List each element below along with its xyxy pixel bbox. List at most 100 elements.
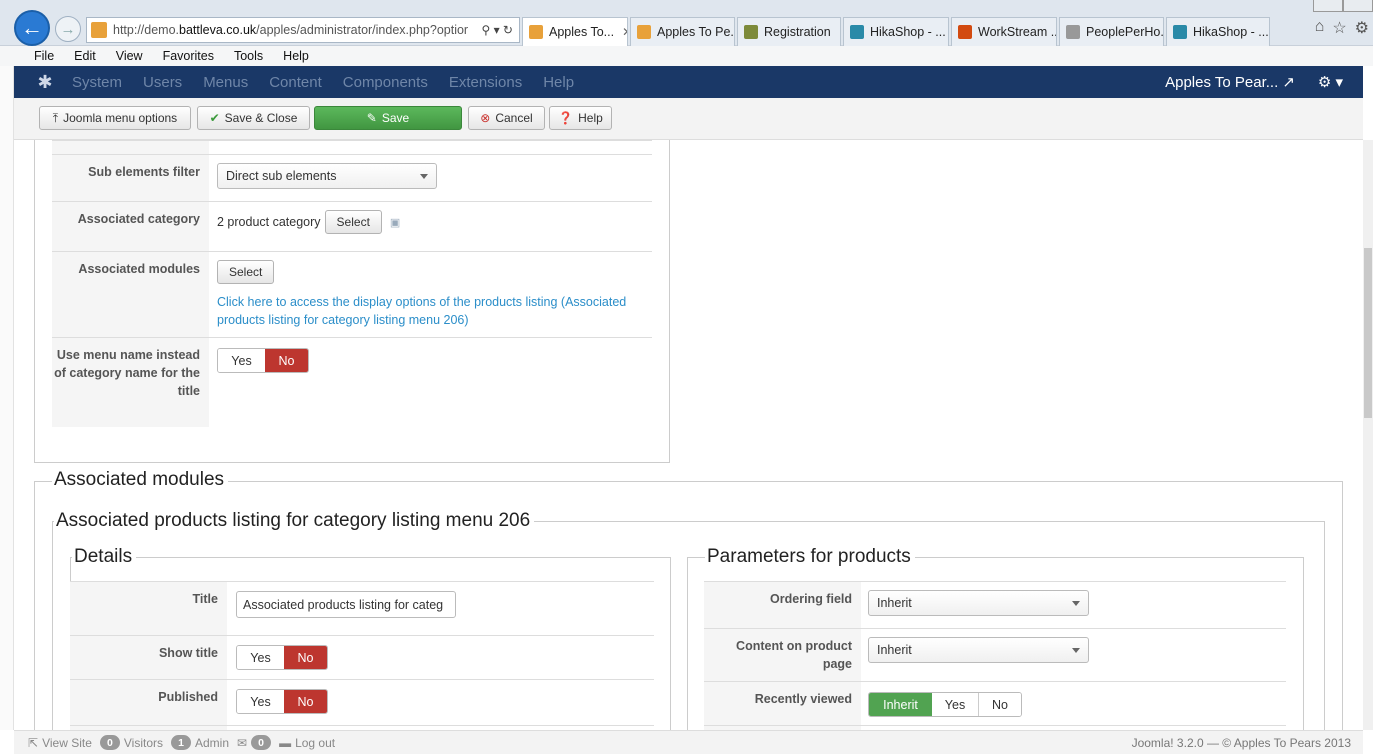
arrow-left-icon: ← (21, 15, 43, 40)
browser-menu-item[interactable]: Favorites (163, 49, 214, 63)
favorites-star-icon[interactable]: ☆ (1332, 18, 1346, 38)
tab-label: Apples To... (549, 25, 615, 39)
admin-nav-item[interactable]: Users (143, 74, 182, 91)
ordering-field-select[interactable]: Inherit (868, 590, 1089, 616)
params-row-content-on-product-page: Content on product page Inherit (704, 628, 1286, 681)
browser-toolbar-icons: ⌂ ☆ ⚙ (1315, 18, 1369, 38)
minimize-button[interactable] (1313, 0, 1343, 12)
scrollbar-thumb[interactable] (1364, 248, 1372, 418)
recently-viewed-no[interactable]: No (979, 693, 1021, 716)
recently-viewed-label: Recently viewed (704, 682, 861, 725)
back-button[interactable]: ← (14, 10, 50, 46)
sub-elements-filter-select[interactable]: Direct sub elements (217, 163, 437, 189)
browser-menu-item[interactable]: Help (283, 49, 309, 63)
published-toggle[interactable]: Yes No (236, 689, 328, 714)
site-name-link[interactable]: Apples To Pear... ↗ (1165, 73, 1295, 91)
associated-modules-select-button[interactable]: Select (217, 260, 275, 284)
settings-gear-icon[interactable]: ⚙ (1355, 18, 1369, 38)
tab-close-icon[interactable]: ✕ (622, 25, 627, 39)
edit-icon: ✎ (366, 111, 377, 125)
home-icon[interactable]: ⌂ (1315, 18, 1325, 38)
admin-nav-item[interactable]: Content (269, 74, 322, 91)
chevron-down-icon (1072, 601, 1080, 606)
browser-tab[interactable]: Apples To Pe... (630, 17, 735, 46)
browser-tab[interactable]: WorkStream ... (951, 17, 1057, 46)
browser-menu-item[interactable]: File (34, 49, 54, 63)
save-close-button[interactable]: ✔ Save & Close (197, 106, 310, 130)
browser-menu-item[interactable]: Edit (74, 49, 96, 63)
browser-menu-item[interactable]: View (116, 49, 143, 63)
display-options-link[interactable]: Click here to access the display options… (217, 293, 657, 329)
browser-tab[interactable]: Registration (737, 17, 841, 46)
maximize-button[interactable] (1343, 0, 1373, 12)
logout-link[interactable]: ▬ Log out (279, 736, 335, 750)
external-link-icon: ↗ (1282, 74, 1295, 91)
recently-viewed-yes[interactable]: Yes (932, 693, 979, 716)
content-on-product-page-select[interactable]: Inherit (868, 637, 1089, 663)
ordering-field-label: Ordering field (704, 582, 861, 628)
admin-nav-item[interactable]: Help (543, 74, 574, 91)
associated-category-label: Associated category (52, 202, 209, 251)
show-title-yes[interactable]: Yes (237, 646, 284, 669)
browser-tab[interactable]: HikaShop - ... (1166, 17, 1270, 46)
browser-tab[interactable]: HikaShop - ... (843, 17, 949, 46)
address-url[interactable]: http://demo.battleva.co.uk/apples/admini… (113, 23, 475, 37)
joomla-logo-icon[interactable]: ✱ (34, 71, 56, 93)
admin-indicator: 1 Admin (171, 735, 229, 750)
help-button[interactable]: ❓ Help (549, 106, 612, 130)
admin-nav-item[interactable]: Components (343, 74, 428, 91)
joomla-menu-options-button[interactable]: ⤒ Joomla menu options (39, 106, 191, 130)
browser-menu-bar: File Edit View Favorites Tools Help (0, 46, 1373, 66)
show-title-no[interactable]: No (284, 646, 327, 669)
associated-category-select-button[interactable]: Select (324, 210, 382, 234)
forward-button[interactable]: → (55, 16, 81, 42)
published-yes[interactable]: Yes (237, 690, 284, 713)
site-favicon-icon (91, 22, 107, 38)
associated-modules-legend: Associated modules (52, 469, 229, 491)
admin-nav-item[interactable]: Menus (203, 74, 248, 91)
browser-tab[interactable]: Apples To... ✕ (522, 17, 628, 46)
tab-label: Apples To Pe... (657, 25, 735, 39)
address-tools-icons[interactable]: ⚲ ▾ ↻ (475, 23, 519, 37)
vertical-scrollbar[interactable] (1363, 140, 1373, 730)
messages-indicator[interactable]: ✉ 0 (237, 735, 272, 750)
status-bar: ⇱ View Site 0 Visitors 1 Admin ✉ 0 ▬ Log out … (14, 730, 1363, 754)
chevron-down-icon (420, 174, 428, 179)
form-row-associated-modules: Associated modules Select Click here to … (52, 251, 652, 337)
admin-count-badge: 1 (171, 735, 191, 750)
form-row-use-menu-name: Use menu name instead of category name f… (52, 337, 652, 427)
tab-label: WorkStream ... (978, 25, 1057, 39)
tab-favicon-icon (529, 25, 543, 39)
envelope-icon: ✉ (237, 735, 248, 750)
tab-favicon-icon (1173, 25, 1187, 39)
show-title-toggle[interactable]: Yes No (236, 645, 328, 670)
view-site-link[interactable]: ⇱ View Site (28, 736, 92, 750)
details-legend: Details (72, 546, 137, 568)
admin-nav-item[interactable]: System (72, 74, 122, 91)
question-circle-icon: ❓ (558, 111, 574, 125)
browser-menu-item[interactable]: Tools (234, 49, 263, 63)
details-row-show-title: Show title Yes No (70, 635, 654, 679)
recently-viewed-inherit[interactable]: Inherit (869, 693, 932, 716)
use-menu-name-toggle[interactable]: Yes No (217, 348, 309, 373)
use-menu-name-no[interactable]: No (265, 349, 308, 372)
tab-favicon-icon (637, 25, 651, 39)
published-no[interactable]: No (284, 690, 327, 713)
use-menu-name-yes[interactable]: Yes (218, 349, 265, 372)
admin-navbar: ✱ System Users Menus Content Components Exten… (14, 66, 1363, 98)
title-input[interactable]: Associated products listing for categ (236, 591, 456, 618)
sub-elements-filter-label: Sub elements filter (52, 155, 209, 201)
params-row-ordering-field: Ordering field Inherit (704, 581, 1286, 628)
window-controls (1313, 0, 1373, 12)
recently-viewed-toggle[interactable]: Inherit Yes No (868, 692, 1022, 717)
clear-selection-icon[interactable]: ▣ (390, 216, 400, 229)
user-menu-gear-icon[interactable]: ⚙ ▾ (1318, 73, 1343, 91)
form-row-top (52, 140, 652, 154)
browser-tab[interactable]: PeoplePerHo... (1059, 17, 1164, 46)
cancel-circle-icon: ⊗ (480, 111, 491, 125)
save-button[interactable]: ✎ Save (314, 106, 462, 130)
tab-label: HikaShop - ... (1193, 25, 1269, 39)
cancel-button[interactable]: ⊗ Cancel (468, 106, 545, 130)
admin-nav-item[interactable]: Extensions (449, 74, 522, 91)
address-bar[interactable]: http://demo.battleva.co.uk/apples/admini… (86, 17, 520, 43)
